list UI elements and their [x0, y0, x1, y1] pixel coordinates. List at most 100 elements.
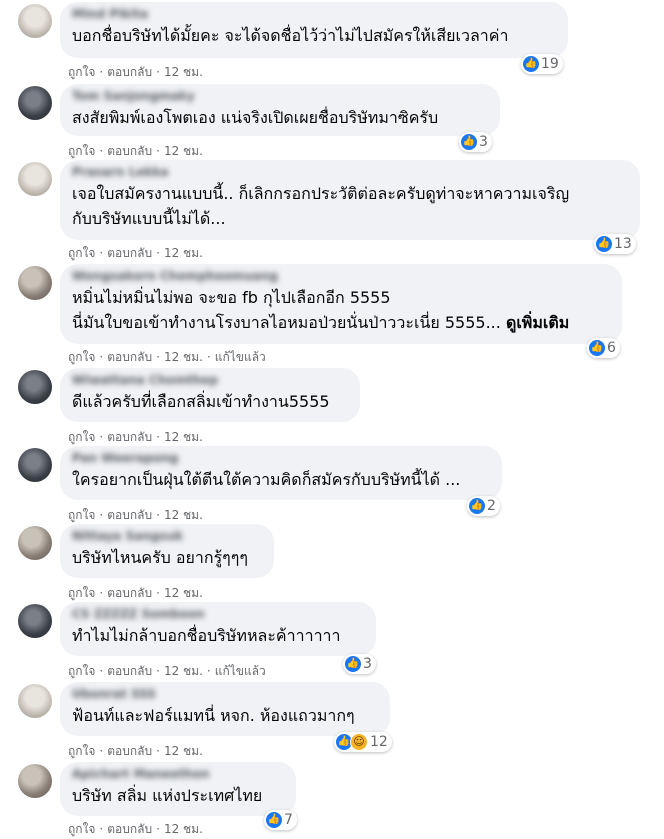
timestamp[interactable]: 12 ชม.	[164, 664, 203, 678]
timestamp[interactable]: 12 ชม.	[164, 144, 203, 158]
avatar[interactable]	[18, 370, 52, 404]
reply-link[interactable]: ตอบกลับ	[107, 508, 152, 522]
reaction-count[interactable]: 👍 2	[467, 496, 500, 516]
see-more-link[interactable]: ดูเพิ่มเติม	[506, 313, 569, 332]
reply-link[interactable]: ตอบกลับ	[107, 144, 152, 158]
like-icon: 👍	[266, 812, 282, 828]
like-icon: 👍	[523, 56, 539, 72]
commenter-name[interactable]: Apichart Maneethon	[72, 767, 284, 781]
comment-text: หมิ่นไม่หมิ่นไม่พอ จะขอ fb กุไปเลือกอีก …	[72, 288, 391, 307]
reaction-count-value: 3	[479, 134, 488, 150]
reply-link[interactable]: ตอบกลับ	[107, 664, 152, 678]
reaction-count-value: 12	[370, 734, 388, 750]
comment-bubble: Wiwattana Chomthep ดีแล้วครับที่เลือกสลิ…	[60, 368, 360, 422]
edited-label[interactable]: แก้ไขแล้ว	[215, 664, 266, 678]
comment-text: บริษัท สลิ่ม แห่งประเทศไทย	[72, 786, 263, 805]
avatar[interactable]	[18, 266, 52, 300]
avatar[interactable]	[18, 86, 52, 120]
timestamp[interactable]: 12 ชม.	[164, 586, 203, 600]
like-link[interactable]: ถูกใจ	[68, 822, 95, 836]
timestamp[interactable]: 12 ชม.	[164, 508, 203, 522]
comment-text: เจอใบสมัครงานแบบนี้.. ก็เลิกกรอกประวัติต…	[72, 184, 570, 203]
timestamp[interactable]: 12 ชม.	[164, 350, 203, 364]
like-link[interactable]: ถูกใจ	[68, 508, 95, 522]
edited-label[interactable]: แก้ไขแล้ว	[215, 350, 266, 364]
commenter-name[interactable]: Tom Sanjongmaky	[72, 89, 488, 103]
comment-bubble: Wongsakorn Chomphoomuang หมิ่นไม่หมิ่นไม…	[60, 264, 622, 344]
like-icon: 👍	[589, 340, 605, 356]
like-icon: 👍	[345, 656, 361, 672]
reaction-count-value: 13	[614, 236, 632, 252]
comment-text: ดีแล้วครับที่เลือกสลิ่มเข้าทำงาน5555	[72, 392, 330, 411]
avatar[interactable]	[18, 684, 52, 718]
comment-text: สงสัยพิมพ์เองโพตเอง แน่จริงเปิดเผยชื่อบร…	[72, 108, 439, 127]
reaction-count-value: 19	[541, 56, 559, 72]
avatar[interactable]	[18, 448, 52, 482]
reaction-count[interactable]: 👍 19	[521, 54, 563, 74]
comment-actions: ถูกใจ · ตอบกลับ · 12 ชม. · แก้ไขแล้ว	[68, 350, 266, 364]
comment-actions: ถูกใจ · ตอบกลับ · 12 ชม.	[68, 508, 203, 522]
reaction-count[interactable]: 👍 ☺ 12	[334, 732, 392, 752]
avatar[interactable]	[18, 764, 52, 798]
like-link[interactable]: ถูกใจ	[68, 246, 95, 260]
reaction-count[interactable]: 👍 3	[343, 654, 376, 674]
like-link[interactable]: ถูกใจ	[68, 586, 95, 600]
comment-actions: ถูกใจ · ตอบกลับ · 12 ชม.	[68, 586, 203, 600]
like-link[interactable]: ถูกใจ	[68, 144, 95, 158]
timestamp[interactable]: 12 ชม.	[164, 744, 203, 758]
timestamp[interactable]: 12 ชม.	[164, 822, 203, 836]
reply-link[interactable]: ตอบกลับ	[107, 350, 152, 364]
like-link[interactable]: ถูกใจ	[68, 430, 95, 444]
reaction-count[interactable]: 👍 7	[264, 810, 297, 830]
comment-bubble: Ubonrat SSS ฟ้อนท์และฟอร์แมทนี่ หจก. ห้อ…	[60, 682, 390, 736]
reply-link[interactable]: ตอบกลับ	[107, 744, 152, 758]
reply-link[interactable]: ตอบกลับ	[107, 586, 152, 600]
comment-actions: ถูกใจ · ตอบกลับ · 12 ชม.	[68, 65, 203, 79]
reply-link[interactable]: ตอบกลับ	[107, 430, 152, 444]
reply-link[interactable]: ตอบกลับ	[107, 65, 152, 79]
avatar[interactable]	[18, 526, 52, 560]
comment-text: ใครอยากเป็นฝุ่นใต้ตีนใต้ความคิดก็สมัครกั…	[72, 470, 461, 489]
reaction-count-value: 6	[607, 340, 616, 356]
comment-bubble: Mind Pikita บอกชื่อบริษัทได้มั้ยคะ จะได้…	[60, 2, 568, 58]
commenter-name[interactable]: Ubonrat SSS	[72, 687, 378, 701]
comment-actions: ถูกใจ · ตอบกลับ · 12 ชม.	[68, 744, 203, 758]
comment-actions: ถูกใจ · ตอบกลับ · 12 ชม.	[68, 246, 203, 260]
like-link[interactable]: ถูกใจ	[68, 664, 95, 678]
avatar[interactable]	[18, 4, 52, 38]
comment-text: บริษัทไหนครับ อยากรู้ๆๆๆ	[72, 548, 248, 567]
reaction-count-value: 2	[487, 498, 496, 514]
reaction-count[interactable]: 👍 13	[594, 234, 636, 254]
commenter-name[interactable]: Mind Pikita	[72, 7, 556, 21]
comment-bubble: Pan Weerapong ใครอยากเป็นฝุ่นใต้ตีนใต้คว…	[60, 446, 502, 500]
like-link[interactable]: ถูกใจ	[68, 350, 95, 364]
reaction-count-value: 3	[363, 656, 372, 672]
commenter-name[interactable]: Nittaya Sangsuk	[72, 529, 262, 543]
like-link[interactable]: ถูกใจ	[68, 744, 95, 758]
commenter-name[interactable]: Wiwattana Chomthep	[72, 373, 348, 387]
commenter-name[interactable]: Prasarn Lekka	[72, 165, 628, 179]
avatar[interactable]	[18, 604, 52, 638]
reaction-count-value: 7	[284, 812, 293, 828]
commenter-name[interactable]: CS ZZZZZ Somboon	[72, 607, 364, 621]
like-icon: 👍	[596, 236, 612, 252]
like-icon: 👍	[461, 134, 477, 150]
timestamp[interactable]: 12 ชม.	[164, 430, 203, 444]
comment-actions: ถูกใจ · ตอบกลับ · 12 ชม.	[68, 430, 203, 444]
comment-bubble: CS ZZZZZ Somboon ทำไมไม่กล้าบอกชื่อบริษั…	[60, 602, 376, 656]
timestamp[interactable]: 12 ชม.	[164, 246, 203, 260]
timestamp[interactable]: 12 ชม.	[164, 65, 203, 79]
avatar[interactable]	[18, 162, 52, 196]
reply-link[interactable]: ตอบกลับ	[107, 246, 152, 260]
commenter-name[interactable]: Pan Weerapong	[72, 451, 490, 465]
reply-link[interactable]: ตอบกลับ	[107, 822, 152, 836]
comment-text: ทำไมไม่กล้าบอกชื่อบริษัทหละค้าาาาาา	[72, 626, 341, 645]
haha-icon: ☺	[350, 733, 368, 751]
like-link[interactable]: ถูกใจ	[68, 65, 95, 79]
reaction-count[interactable]: 👍 3	[459, 132, 492, 152]
comment-actions: ถูกใจ · ตอบกลับ · 12 ชม.	[68, 822, 203, 836]
comment-bubble: Prasarn Lekka เจอใบสมัครงานแบบนี้.. ก็เล…	[60, 160, 640, 240]
commenter-name[interactable]: Wongsakorn Chomphoomuang	[72, 269, 610, 283]
comment-text-line: นี่มันใบขอเข้าทำงานโรงบาลไอหมอป่วยนั่นป่…	[72, 313, 501, 332]
reaction-count[interactable]: 👍 6	[587, 338, 620, 358]
